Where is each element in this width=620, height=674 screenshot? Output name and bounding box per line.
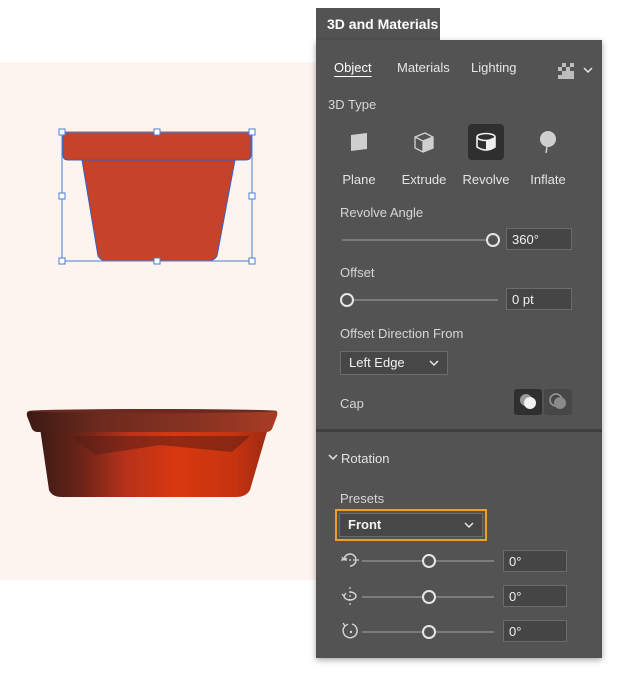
type-inflate[interactable]: Inflate	[519, 124, 577, 187]
cap-label: Cap	[340, 396, 364, 411]
revolve-angle-slider-knob[interactable]	[486, 233, 500, 247]
3d-materials-panel: Object Materials Lighting 3D Type Plane …	[316, 40, 602, 658]
cap-on-button[interactable]	[514, 389, 542, 415]
rotate-y-icon	[340, 586, 360, 609]
extrude-icon	[406, 124, 442, 160]
type-extrude[interactable]: Extrude	[395, 124, 453, 187]
plane-icon	[341, 124, 377, 160]
chevron-down-icon	[429, 352, 439, 381]
render-settings-icon[interactable]	[557, 62, 575, 80]
offset-slider-track[interactable]	[346, 299, 498, 301]
type-revolve[interactable]: Revolve	[457, 124, 515, 187]
offset-slider-knob[interactable]	[340, 293, 354, 307]
inflate-icon	[530, 124, 566, 160]
revolve-angle-slider-track[interactable]	[342, 239, 494, 241]
offset-label: Offset	[340, 265, 375, 280]
tab-object[interactable]: Object	[334, 60, 372, 75]
tab-lighting[interactable]: Lighting	[471, 60, 517, 75]
panel-title-tab[interactable]: 3D and Materials	[316, 8, 440, 41]
section-divider	[316, 429, 602, 432]
tab-materials[interactable]: Materials	[397, 60, 450, 75]
chevron-down-icon	[464, 514, 474, 543]
rotate-x-slider-knob[interactable]	[422, 554, 436, 568]
rotation-section-label[interactable]: Rotation	[341, 451, 389, 466]
revolve-icon	[468, 124, 504, 160]
offset-direction-label: Offset Direction From	[340, 326, 464, 341]
revolve-angle-label: Revolve Angle	[340, 205, 424, 220]
offset-field[interactable]: 0 pt	[506, 288, 572, 310]
rotate-z-icon	[340, 621, 360, 644]
rotate-x-field[interactable]: 0°	[503, 550, 567, 572]
presets-label: Presets	[340, 491, 385, 506]
presets-dropdown[interactable]: Front	[339, 513, 483, 537]
type-plane[interactable]: Plane	[330, 124, 388, 187]
rotation-collapse-icon[interactable]	[328, 451, 338, 466]
offset-direction-dropdown[interactable]: Left Edge	[340, 351, 448, 375]
offset-direction-value: Left Edge	[349, 355, 405, 370]
cap-off-icon	[548, 391, 568, 414]
flat-pot-shape[interactable]	[62, 131, 252, 262]
chevron-down-icon[interactable]	[582, 64, 594, 79]
revolve-angle-field[interactable]: 360°	[506, 228, 572, 250]
rotate-z-slider-knob[interactable]	[422, 625, 436, 639]
rotate-y-slider-knob[interactable]	[422, 590, 436, 604]
rotate-x-icon	[340, 551, 360, 572]
artwork-canvas	[26, 128, 278, 497]
presets-value: Front	[348, 517, 382, 532]
cap-off-button[interactable]	[544, 389, 572, 415]
3d-type-label: 3D Type	[328, 97, 377, 112]
cap-on-icon	[518, 391, 538, 414]
revolved-pot-3d	[26, 409, 278, 497]
rotate-y-field[interactable]: 0°	[503, 585, 567, 607]
rotate-z-field[interactable]: 0°	[503, 620, 567, 642]
